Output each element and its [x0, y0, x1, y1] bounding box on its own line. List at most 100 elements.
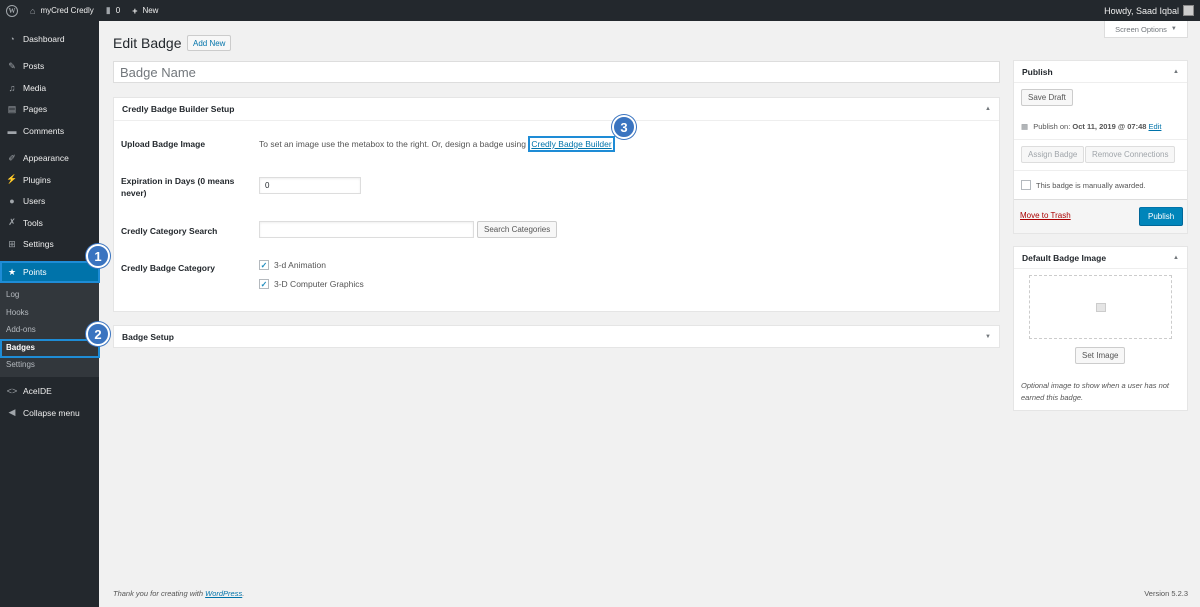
admin-bar: W ⌂ myCred Credly ▮ 0 + New Howdy, Saad … — [0, 0, 1200, 21]
site-name: myCred Credly — [40, 6, 94, 15]
wordpress-logo-menu[interactable]: W — [0, 0, 24, 21]
sidebar-item-tools[interactable]: ✗ Tools — [0, 212, 99, 234]
plugin-icon: ⚡ — [6, 174, 18, 185]
new-label: New — [142, 6, 159, 15]
sidebar-item-label: Settings — [23, 239, 54, 250]
sidebar-item-label: Media — [23, 82, 47, 93]
media-icon: ♫ — [8, 82, 16, 93]
category-option-3d-animation[interactable]: ✓ 3-d Animation — [259, 260, 326, 270]
collapse-icon: ◀ — [8, 407, 16, 418]
metabox-header[interactable]: Default Badge Image ▲ — [1014, 247, 1187, 269]
sidebar-item-appearance[interactable]: ✐ Appearance — [0, 148, 99, 170]
page-title: Edit Badge — [113, 35, 182, 51]
category-option-label: 3-D Computer Graphics — [274, 279, 364, 289]
sidebar-item-users[interactable]: ● Users — [0, 191, 99, 213]
expiration-input[interactable]: 0 — [259, 177, 361, 194]
move-to-trash-link[interactable]: Move to Trash — [1020, 211, 1071, 220]
settings-icon: ⊞ — [8, 238, 16, 249]
wrench-icon: ✗ — [8, 217, 16, 228]
publish-on-date: Oct 11, 2019 @ 07:48 — [1072, 122, 1147, 131]
my-account-link[interactable]: Howdy, Saad Iqbal — [1104, 5, 1200, 16]
search-categories-button[interactable]: Search Categories — [477, 221, 558, 238]
footer-thanks-text: Thank you for creating with — [113, 589, 204, 598]
sidebar-item-settings[interactable]: ⊞ Settings — [0, 234, 99, 256]
sidebar-item-label: Tools — [23, 217, 43, 228]
site-name-link[interactable]: ⌂ myCred Credly — [24, 0, 100, 21]
avatar — [1183, 5, 1194, 16]
sidebar-item-points[interactable]: ★ Points — [0, 261, 99, 283]
publish-schedule: ▦ Publish on: Oct 11, 2019 @ 07:48 Edit — [1021, 122, 1161, 131]
checkbox-checked[interactable]: ✓ — [259, 279, 269, 289]
submenu-item-settings[interactable]: Settings — [0, 356, 99, 374]
users-icon: ● — [9, 196, 15, 207]
sidebar-item-label: Plugins — [23, 174, 51, 185]
metabox-header[interactable]: Publish ▲ — [1014, 61, 1187, 83]
upload-instructions: To set an image use the metabox to the r… — [259, 136, 615, 152]
remove-connections-button[interactable]: Remove Connections — [1085, 146, 1176, 163]
checkbox-checked[interactable]: ✓ — [259, 260, 269, 270]
submenu-item-addons[interactable]: Add-ons — [0, 321, 99, 339]
collapse-up-icon[interactable]: ▲ — [985, 106, 991, 112]
edit-date-link[interactable]: Edit — [1149, 122, 1162, 131]
sidebar-item-posts[interactable]: ✎ Posts — [0, 56, 99, 78]
badge-name-input[interactable]: Badge Name — [113, 61, 1000, 83]
collapse-up-icon[interactable]: ▲ — [1173, 69, 1179, 75]
wordpress-link[interactable]: WordPress — [205, 589, 242, 598]
expand-down-icon[interactable]: ▼ — [985, 334, 991, 340]
category-search-input[interactable] — [259, 221, 474, 238]
metabox-header[interactable]: Credly Badge Builder Setup ▲ — [114, 98, 999, 121]
collapse-menu-button[interactable]: ◀ Collapse menu — [0, 402, 99, 424]
save-draft-button[interactable]: Save Draft — [1021, 89, 1073, 106]
footer-version: Version 5.2.3 — [1144, 589, 1188, 598]
sidebar-item-aceide[interactable]: <> AceIDE — [0, 381, 99, 403]
sidebar-item-label: AceIDE — [23, 386, 52, 397]
sidebar-item-label: Posts — [23, 61, 45, 72]
code-icon: <> — [6, 386, 18, 397]
brush-icon: ✐ — [8, 152, 16, 163]
upload-badge-image-label: Upload Badge Image — [121, 139, 206, 149]
category-option-label: 3-d Animation — [274, 260, 326, 270]
badge-image-placeholder — [1029, 275, 1172, 339]
sidebar-item-dashboard[interactable]: ◔ Dashboard — [0, 28, 99, 50]
step-badge-1: 1 — [86, 244, 110, 268]
publish-button[interactable]: Publish — [1139, 207, 1184, 226]
assign-badge-button[interactable]: Assign Badge — [1021, 146, 1085, 163]
expiration-label: Expiration in Days (0 means never) — [121, 176, 235, 198]
screen-options-button[interactable]: Screen Options ▼ — [1104, 21, 1188, 38]
comments-count: 0 — [115, 6, 121, 15]
badge-category-label: Credly Badge Category — [121, 263, 215, 273]
submenu-item-log[interactable]: Log — [0, 286, 99, 304]
sidebar-item-pages[interactable]: ▤ Pages — [0, 99, 99, 121]
sidebar-item-label: Users — [23, 196, 46, 207]
category-option-3d-computer-graphics[interactable]: ✓ 3-D Computer Graphics — [259, 279, 364, 289]
plus-icon: + — [132, 5, 138, 16]
sidebar-item-comments[interactable]: ▬ Comments — [0, 120, 99, 142]
step-badge-2: 2 — [86, 322, 110, 346]
collapse-up-icon[interactable]: ▲ — [1173, 255, 1179, 261]
comments-link[interactable]: ▮ 0 — [100, 0, 126, 21]
manual-award-checkbox-row[interactable]: This badge is manually awarded. — [1021, 180, 1146, 190]
screen-options-label: Screen Options — [1115, 24, 1167, 34]
submenu-item-badges[interactable]: Badges — [0, 339, 99, 357]
sidebar-item-label: Points — [23, 267, 47, 277]
set-image-button[interactable]: Set Image — [1075, 347, 1126, 364]
points-submenu: Log Hooks Add-ons Badges Settings — [0, 283, 99, 377]
sidebar-item-label: Pages — [23, 104, 48, 115]
admin-sidebar: ◔ Dashboard ✎ Posts ♫ Media ▤ Pages ▬ Comment… — [0, 21, 99, 607]
comment-bubble-icon: ▮ — [105, 5, 111, 15]
dashboard-icon: ◔ — [9, 33, 15, 44]
sidebar-item-label: Collapse menu — [23, 407, 80, 418]
badge-setup-metabox: Badge Setup ▼ — [113, 325, 1000, 348]
new-content-link[interactable]: + New — [126, 0, 164, 21]
caret-down-icon: ▼ — [1170, 26, 1177, 32]
upload-instructions-text: To set an image use the metabox to the r… — [259, 139, 526, 149]
publish-on-label: Publish on: — [1033, 122, 1071, 131]
sidebar-item-plugins[interactable]: ⚡ Plugins — [0, 169, 99, 191]
star-icon: ★ — [7, 266, 17, 277]
checkbox-unchecked[interactable] — [1021, 180, 1031, 190]
sidebar-item-media[interactable]: ♫ Media — [0, 77, 99, 99]
add-new-button[interactable]: Add New — [187, 35, 232, 51]
credly-badge-builder-link[interactable]: Credly Badge Builder — [528, 136, 615, 152]
metabox-header[interactable]: Badge Setup ▼ — [114, 326, 999, 347]
submenu-item-hooks[interactable]: Hooks — [0, 304, 99, 322]
